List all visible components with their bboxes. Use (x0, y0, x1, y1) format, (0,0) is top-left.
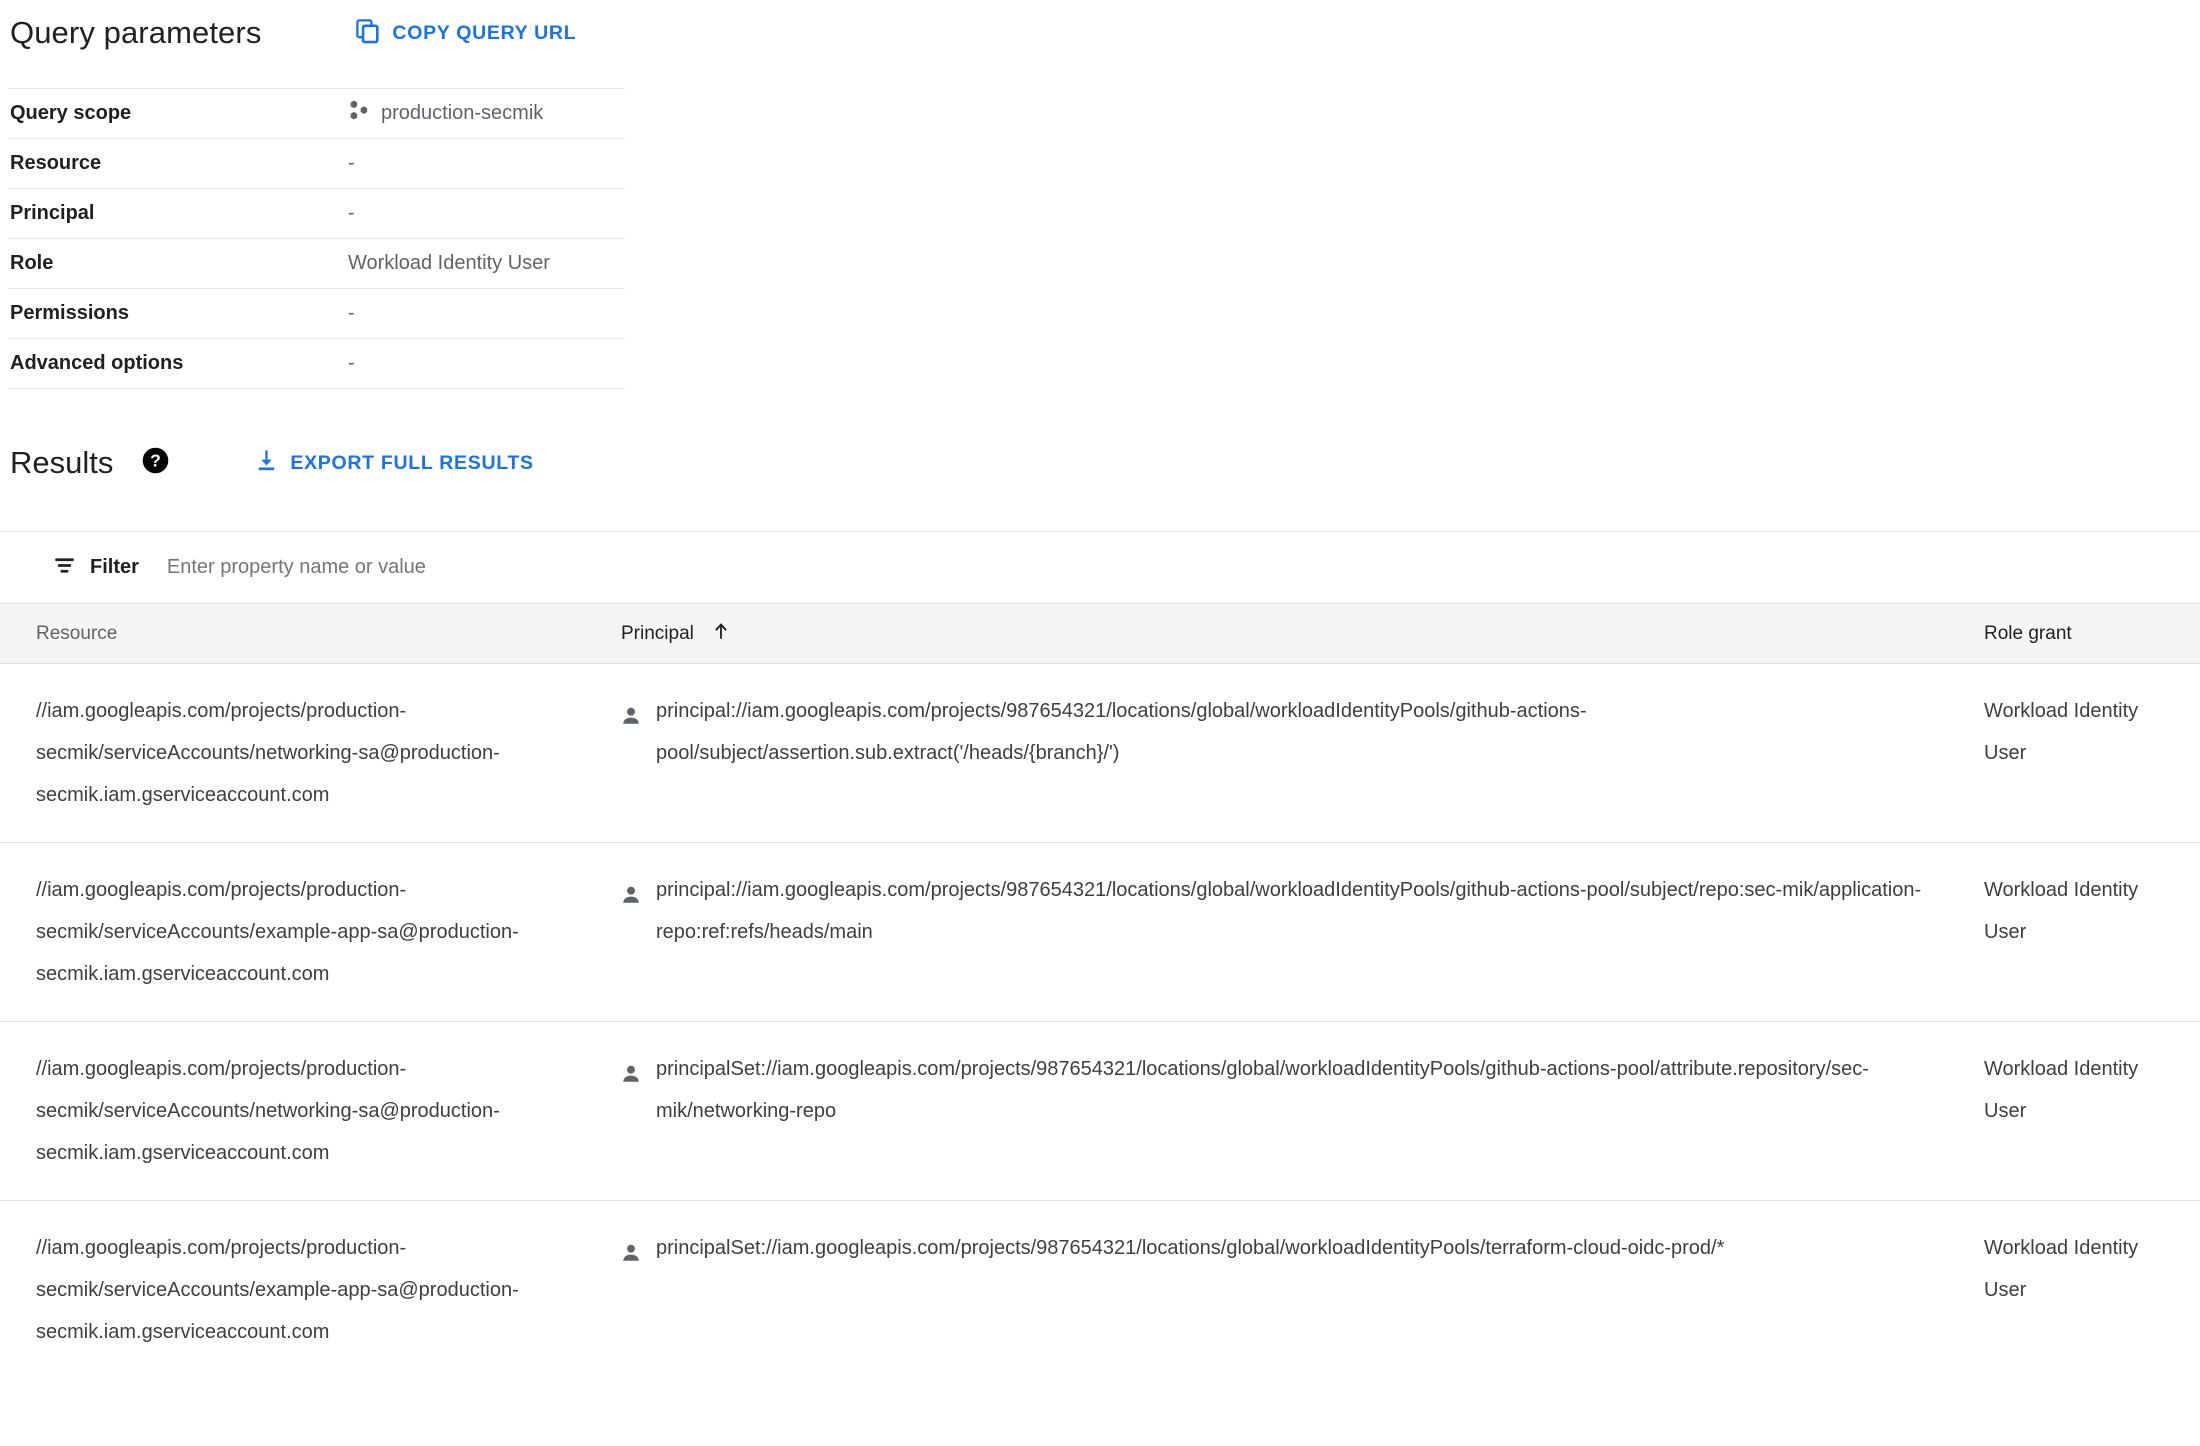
copy-icon (355, 18, 381, 49)
table-row[interactable]: //iam.googleapis.com/projects/production… (0, 663, 2200, 843)
gcp-project-icon (348, 99, 371, 128)
query-parameter-key: Resource (8, 138, 348, 189)
query-parameter-value: - (348, 188, 625, 239)
column-header-role-grant-label: Role grant (1984, 622, 2072, 644)
results-title: Results (10, 445, 114, 480)
help-icon[interactable]: ? (141, 446, 170, 480)
query-parameter-key: Permissions (8, 288, 348, 339)
results-table: Resource Principal Role grant //iam.goog… (0, 603, 2200, 1379)
query-parameter-value: - (348, 138, 625, 189)
query-parameter-row: Role Workload Identity User (8, 238, 625, 289)
table-row[interactable]: //iam.googleapis.com/projects/production… (0, 842, 2200, 1022)
export-full-results-label: EXPORT FULL RESULTS (290, 451, 534, 474)
cell-resource: //iam.googleapis.com/projects/production… (0, 663, 620, 843)
person-icon (620, 1237, 642, 1279)
cell-resource: //iam.googleapis.com/projects/production… (36, 1237, 519, 1343)
query-parameter-row: Principal - (8, 188, 625, 239)
query-parameter-key: Role (8, 238, 348, 289)
filter-icon[interactable] (52, 553, 77, 583)
query-scope-value-text: production-secmik (381, 102, 544, 124)
cell-principal-text: principal://iam.googleapis.com/projects/… (656, 879, 1922, 943)
cell-role-grant: Workload Identity User (1970, 842, 2200, 1022)
cell-principal: principalSet://iam.googleapis.com/projec… (620, 1021, 1970, 1201)
query-parameter-key: Principal (8, 188, 348, 239)
cell-resource: //iam.googleapis.com/projects/production… (0, 842, 620, 1022)
query-parameter-value: Workload Identity User (348, 238, 625, 289)
page-title: Query parameters (10, 15, 262, 50)
results-header: Results ? EXPORT FULL RESULTS (0, 439, 2200, 487)
cell-principal-text: principalSet://iam.googleapis.com/projec… (656, 1058, 1869, 1122)
cell-principal-text: principal://iam.googleapis.com/projects/… (656, 700, 1587, 764)
column-header-resource[interactable]: Resource (0, 603, 620, 664)
query-parameter-key: Advanced options (8, 338, 348, 389)
cell-role-grant: Workload Identity User (1970, 663, 2200, 843)
sort-ascending-arrow-icon (710, 620, 732, 648)
person-icon (620, 1058, 642, 1100)
cell-role-grant: Workload Identity User (1984, 1237, 2139, 1301)
query-parameter-value: - (348, 288, 625, 339)
cell-principal: principal://iam.googleapis.com/projects/… (620, 842, 1970, 1022)
query-parameters-table: Query scope production-secmik Resource -… (8, 88, 625, 389)
query-parameter-row: Advanced options - (8, 338, 625, 389)
query-parameter-row: Query scope production-secmik (8, 88, 625, 139)
query-parameters-header: Query parameters COPY QUERY URL (8, 0, 2200, 66)
cell-role-grant: Workload Identity User (1970, 1021, 2200, 1201)
copy-query-url-label: COPY QUERY URL (392, 21, 577, 44)
cell-principal: principalSet://iam.googleapis.com/projec… (620, 1201, 1970, 1380)
filter-label: Filter (90, 556, 139, 578)
cell-principal-text: principalSet://iam.googleapis.com/projec… (656, 1237, 1725, 1259)
column-header-role-grant[interactable]: Role grant (1970, 603, 2200, 664)
filter-bar: Filter (0, 531, 2200, 603)
query-parameter-key: Query scope (8, 88, 348, 139)
person-icon (620, 879, 642, 921)
query-parameters-section: Query parameters COPY QUERY URL Query sc… (0, 0, 2200, 389)
download-icon (253, 447, 280, 479)
results-section: Results ? EXPORT FULL RESULTS Filter Ent… (0, 439, 2200, 1379)
cell-principal: principal://iam.googleapis.com/projects/… (620, 663, 1970, 843)
column-header-principal[interactable]: Principal (620, 603, 1970, 664)
export-full-results-button[interactable]: EXPORT FULL RESULTS (253, 447, 533, 479)
person-icon (620, 700, 642, 742)
query-parameter-row: Resource - (8, 138, 625, 189)
query-parameter-value: production-secmik (348, 88, 625, 139)
svg-text:?: ? (151, 451, 162, 471)
column-header-resource-label: Resource (36, 622, 118, 644)
iam-policy-analyzer-results-page: Query parameters COPY QUERY URL Query sc… (0, 0, 2200, 1446)
copy-query-url-button[interactable]: COPY QUERY URL (355, 18, 576, 49)
cell-resource: //iam.googleapis.com/projects/production… (0, 1021, 620, 1201)
results-table-header-row: Resource Principal Role grant (0, 603, 2200, 664)
filter-input[interactable] (166, 556, 1067, 579)
table-row[interactable]: //iam.googleapis.com/projects/production… (0, 1201, 2200, 1380)
query-parameter-row: Permissions - (8, 288, 625, 339)
query-parameter-value: - (348, 338, 625, 389)
table-row[interactable]: //iam.googleapis.com/projects/production… (0, 1021, 2200, 1201)
column-header-principal-label: Principal (621, 622, 694, 644)
